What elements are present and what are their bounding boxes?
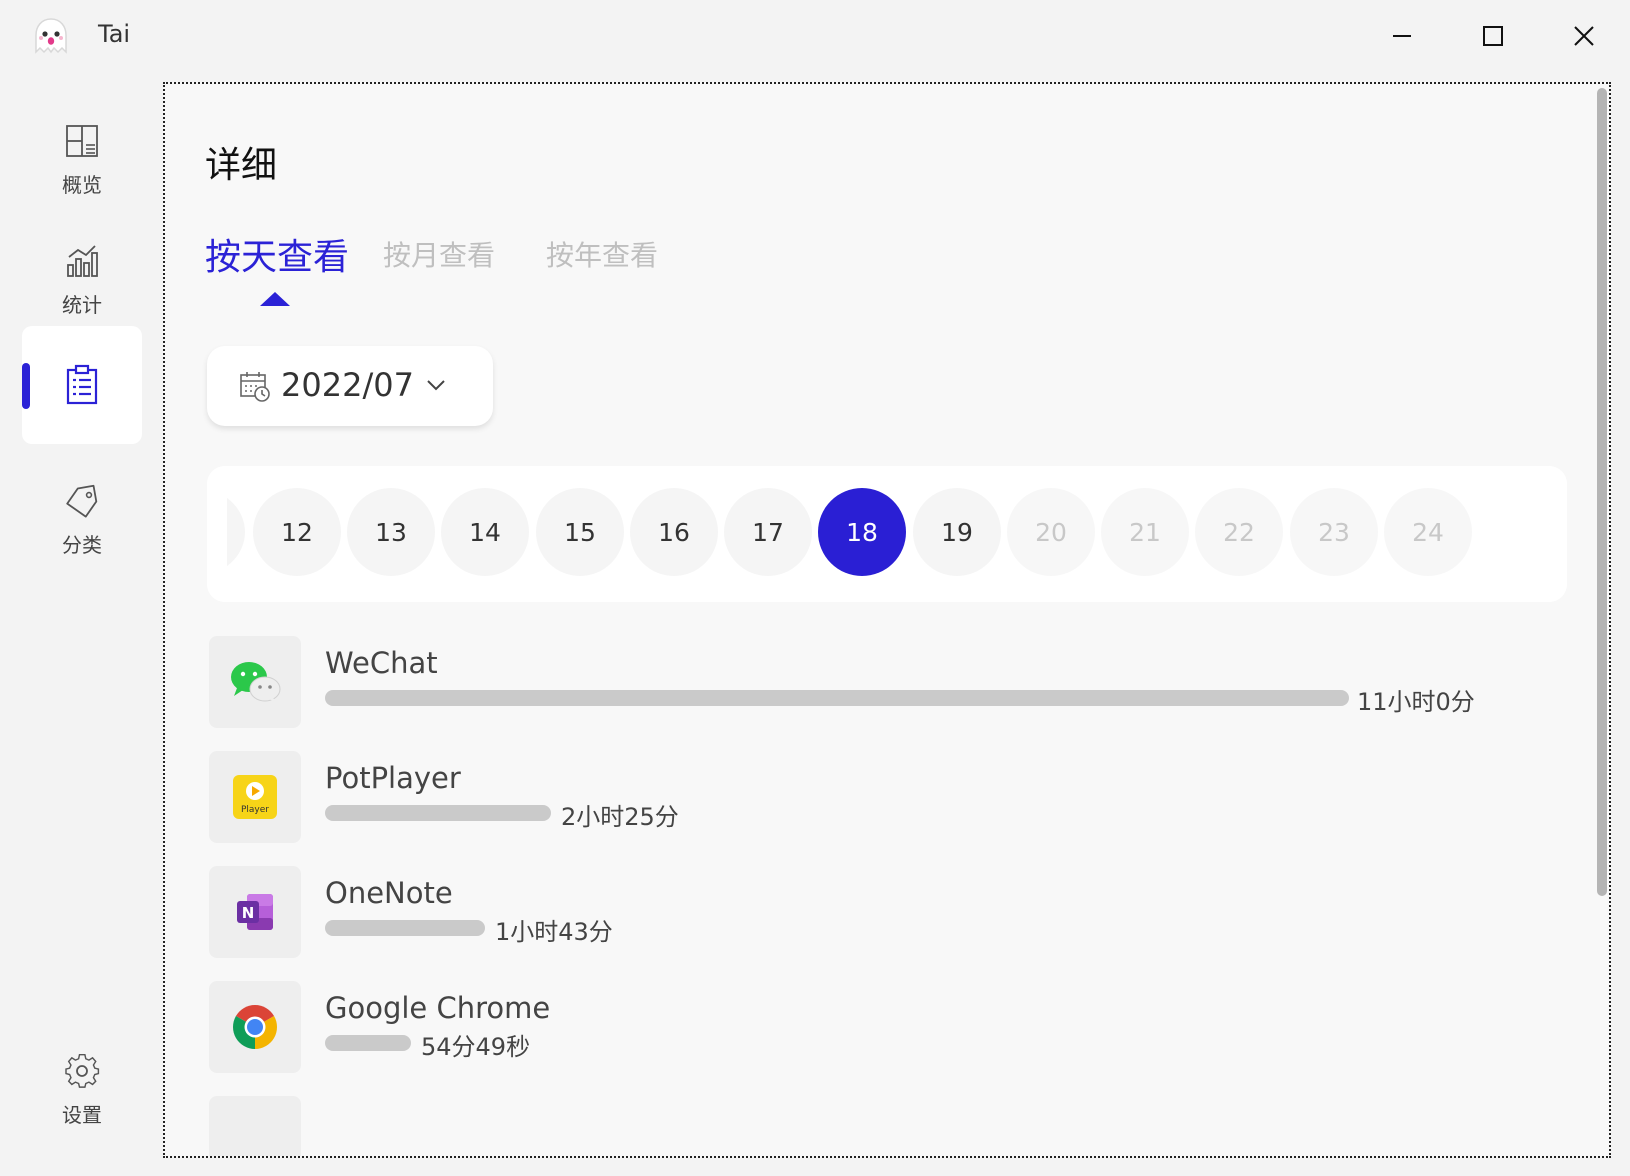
strip-fade-left xyxy=(207,466,227,602)
tab-by-year[interactable]: 按年查看 xyxy=(546,234,658,274)
day-chip[interactable]: 22 xyxy=(1195,488,1283,576)
sidebar-item-label: 分类 xyxy=(62,532,102,557)
dashboard-icon xyxy=(62,121,102,161)
app-name: OneNote xyxy=(325,876,453,910)
close-icon xyxy=(1574,26,1594,46)
app-icon-placeholder xyxy=(209,1096,301,1156)
onenote-icon: N xyxy=(209,866,301,958)
gear-icon xyxy=(62,1051,102,1091)
chevron-down-icon xyxy=(425,374,447,400)
maximize-icon xyxy=(1483,26,1503,46)
sidebar-item-overview[interactable]: 概览 xyxy=(22,100,142,218)
usage-bar xyxy=(325,1035,411,1051)
maximize-button[interactable] xyxy=(1467,14,1519,58)
page-title: 详细 xyxy=(205,145,278,186)
day-selector[interactable]: 12 13 14 15 16 17 18 19 20 21 22 23 24 xyxy=(207,466,1567,602)
tab-by-month[interactable]: 按月查看 xyxy=(383,234,495,274)
usage-bar xyxy=(325,805,551,821)
month-picker-value: 2022/07 xyxy=(281,366,414,404)
sidebar-item-details[interactable] xyxy=(22,326,142,444)
usage-duration: 54分49秒 xyxy=(421,1033,531,1061)
app-usage-row-partial[interactable] xyxy=(209,1096,1559,1156)
chart-icon xyxy=(62,241,102,281)
chrome-icon xyxy=(209,981,301,1073)
day-chip[interactable]: 12 xyxy=(253,488,341,576)
active-tab-marker xyxy=(260,292,290,306)
app-name: PotPlayer xyxy=(325,761,461,795)
day-chip-selected[interactable]: 18 xyxy=(818,488,906,576)
window-title: Tai xyxy=(98,20,131,48)
day-chip[interactable]: 20 xyxy=(1007,488,1095,576)
day-chip[interactable]: 19 xyxy=(913,488,1001,576)
ghost-logo-icon xyxy=(30,16,72,58)
usage-duration: 2小时25分 xyxy=(561,803,679,831)
minimize-icon xyxy=(1393,35,1411,37)
usage-duration: 11小时0分 xyxy=(1357,688,1475,716)
app-usage-row[interactable]: Player PotPlayer 2小时25分 xyxy=(209,751,1559,843)
clipboard-list-icon xyxy=(62,364,102,405)
tab-by-day[interactable]: 按天查看 xyxy=(205,228,349,280)
day-chip[interactable]: 21 xyxy=(1101,488,1189,576)
calendar-clock-icon xyxy=(239,370,271,406)
active-indicator xyxy=(22,363,30,409)
sidebar-item-categories[interactable]: 分类 xyxy=(22,460,142,578)
scrollbar-thumb[interactable] xyxy=(1597,88,1607,896)
minimize-button[interactable] xyxy=(1376,14,1428,58)
day-chip[interactable]: 16 xyxy=(630,488,718,576)
strip-fade-right xyxy=(1529,466,1567,602)
day-chip[interactable]: 24 xyxy=(1384,488,1472,576)
app-window: Tai 概览 统计 分类 设置 详细 按天查看 按月查看 按年查看 2022/0… xyxy=(0,0,1630,1176)
sidebar-item-label: 概览 xyxy=(62,172,102,197)
tag-icon xyxy=(62,481,102,521)
svg-text:N: N xyxy=(242,904,255,922)
day-chip[interactable]: 13 xyxy=(347,488,435,576)
wechat-icon xyxy=(209,636,301,728)
day-chip[interactable]: 14 xyxy=(441,488,529,576)
day-chip[interactable]: 17 xyxy=(724,488,812,576)
sidebar-item-label: 统计 xyxy=(62,292,102,317)
app-name: Google Chrome xyxy=(325,991,551,1025)
usage-bar xyxy=(325,690,1349,706)
app-usage-row[interactable]: WeChat 11小时0分 xyxy=(209,636,1559,728)
usage-duration: 1小时43分 xyxy=(495,918,613,946)
day-chip[interactable]: 15 xyxy=(536,488,624,576)
title-bar[interactable]: Tai xyxy=(0,0,1630,76)
app-usage-row[interactable]: Google Chrome 54分49秒 xyxy=(209,981,1559,1073)
app-usage-row[interactable]: N OneNote 1小时43分 xyxy=(209,866,1559,958)
usage-bar xyxy=(325,920,485,936)
sidebar-item-statistics[interactable]: 统计 xyxy=(22,220,142,338)
month-picker[interactable]: 2022/07 xyxy=(207,346,493,426)
day-chip[interactable]: 23 xyxy=(1290,488,1378,576)
sidebar-item-settings[interactable]: 设置 xyxy=(22,1030,142,1148)
vertical-scrollbar[interactable] xyxy=(1595,84,1609,1156)
app-name: WeChat xyxy=(325,646,438,680)
close-button[interactable] xyxy=(1558,14,1610,58)
sidebar-nav: 概览 统计 分类 设置 xyxy=(0,80,160,1176)
svg-text:Player: Player xyxy=(241,805,269,815)
potplayer-icon: Player xyxy=(209,751,301,843)
sidebar-item-label: 设置 xyxy=(62,1102,102,1127)
details-page: 详细 按天查看 按月查看 按年查看 2022/07 12 13 14 15 16… xyxy=(163,82,1611,1158)
